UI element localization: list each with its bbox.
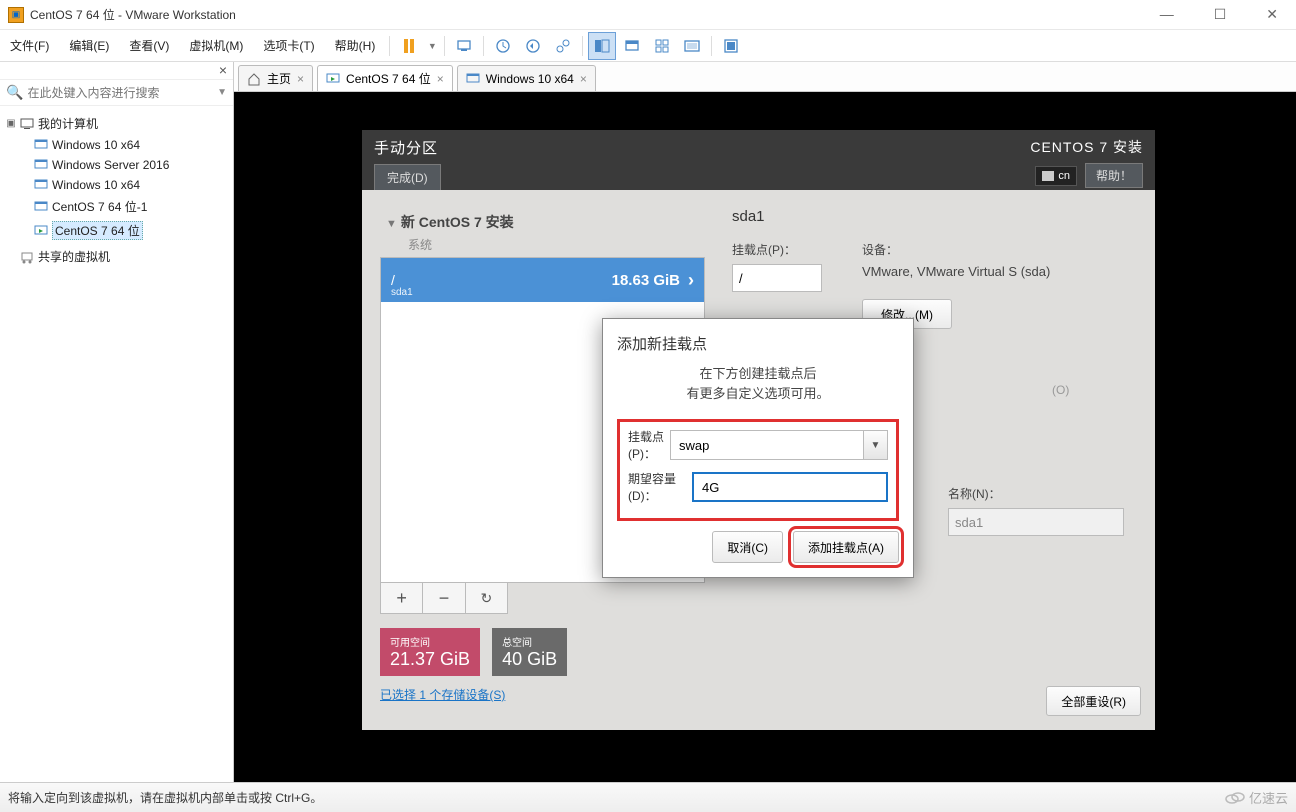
tree-shared-vms[interactable]: 共享的虚拟机: [4, 245, 229, 268]
vm-icon: [34, 178, 48, 192]
total-space-box: 总空间 40 GiB: [492, 628, 567, 676]
add-partition-button[interactable]: +: [381, 583, 423, 613]
statusbar: 将输入定向到该虚拟机，请在虚拟机内部单击或按 Ctrl+G。 亿速云: [0, 782, 1296, 812]
tab-home[interactable]: 主页 ×: [238, 65, 313, 91]
tabbar: 主页 × CentOS 7 64 位 × Windows 10 x64 ×: [234, 62, 1296, 92]
tree-vm-win10-2[interactable]: Windows 10 x64: [4, 175, 229, 195]
vm-icon: [466, 72, 480, 86]
sidebar: × 🔍 ▼ ▣ 我的计算机 Windows 10 x64 Windows Ser…: [0, 62, 234, 782]
dlg-mountpoint-label: 挂载点(P)：: [628, 428, 664, 462]
status-text: 将输入定向到该虚拟机，请在虚拟机内部单击或按 Ctrl+G。: [8, 789, 322, 806]
search-icon: 🔍: [6, 84, 23, 101]
revert-snapshot-button[interactable]: [519, 32, 547, 60]
remove-partition-button[interactable]: −: [423, 583, 465, 613]
close-button[interactable]: ✕: [1256, 2, 1288, 27]
menu-vm[interactable]: 虚拟机(M): [179, 31, 253, 60]
tab-win10[interactable]: Windows 10 x64 ×: [457, 65, 596, 91]
name-label: 名称(N)：: [948, 485, 1124, 502]
dialog-message: 在下方创建挂载点后 有更多自定义选项可用。: [617, 364, 899, 403]
dlg-capacity-input[interactable]: [692, 472, 888, 502]
minimize-button[interactable]: ―: [1150, 2, 1184, 27]
system-label: 系统: [380, 234, 705, 257]
dialog-title: 添加新挂载点: [617, 333, 899, 354]
maximize-button[interactable]: ☐: [1204, 2, 1237, 27]
tree-vm-centos-1[interactable]: CentOS 7 64 位-1: [4, 195, 229, 218]
mountpoint-input[interactable]: [732, 264, 822, 292]
help-button[interactable]: 帮助！: [1085, 163, 1143, 188]
tab-close[interactable]: ×: [580, 72, 587, 86]
keyboard-icon: [1042, 171, 1054, 181]
vm-icon: [34, 138, 48, 152]
add-mountpoint-dialog: 添加新挂载点 在下方创建挂载点后 有更多自定义选项可用。 挂载点(P)： ▼: [602, 318, 914, 578]
menu-file[interactable]: 文件(F): [0, 31, 59, 60]
tab-close[interactable]: ×: [437, 72, 444, 86]
tree-vm-win10-1[interactable]: Windows 10 x64: [4, 135, 229, 155]
send-ctrl-alt-del-button[interactable]: [450, 32, 478, 60]
available-space-box: 可用空间 21.37 GiB: [380, 628, 480, 676]
reset-all-button[interactable]: 全部重设(R): [1046, 686, 1141, 716]
tree-vm-winserver[interactable]: Windows Server 2016: [4, 155, 229, 175]
vm-console[interactable]: 手动分区 完成(D) CENTOS 7 安装 cn 帮助！ ▼新 Cen: [234, 92, 1296, 782]
vm-icon: [34, 200, 48, 214]
computer-icon: [20, 117, 34, 131]
storage-devices-link[interactable]: 已选择 1 个存储设备(S): [380, 686, 505, 703]
partition-buttons: + − ↻: [380, 583, 508, 614]
device-value: VMware, VMware Virtual S (sda): [862, 264, 1050, 279]
library-button[interactable]: [717, 32, 745, 60]
dlg-mountpoint-input[interactable]: [671, 431, 863, 459]
tab-centos[interactable]: CentOS 7 64 位 ×: [317, 65, 453, 91]
tree-vm-centos-active[interactable]: CentOS 7 64 位: [4, 218, 229, 243]
dlg-mountpoint-combo[interactable]: ▼: [670, 430, 888, 460]
search-input[interactable]: [27, 86, 213, 100]
installer-title: 手动分区: [374, 137, 441, 158]
view-fullscreen-button[interactable]: [618, 32, 646, 60]
obscured-o: (O): [1052, 383, 1069, 397]
keyboard-indicator[interactable]: cn: [1035, 166, 1077, 186]
snapshot-button[interactable]: [489, 32, 517, 60]
installer-body: ▼新 CentOS 7 安装 系统 / sda1 18.63 GiB › +: [362, 190, 1155, 730]
sidebar-close-button[interactable]: ×: [0, 62, 233, 80]
guest-screen: 手动分区 完成(D) CENTOS 7 安装 cn 帮助！ ▼新 Cen: [362, 130, 1155, 730]
menu-tabs[interactable]: 选项卡(T): [253, 31, 324, 60]
tree-root-my-computer[interactable]: ▣ 我的计算机: [4, 112, 229, 135]
view-exclusive-button[interactable]: [678, 32, 706, 60]
mountpoint-label: 挂载点(P)：: [732, 241, 822, 258]
name-input: [948, 508, 1124, 536]
vm-icon: [34, 158, 48, 172]
view-console-button[interactable]: [588, 32, 616, 60]
menu-edit[interactable]: 编辑(E): [59, 31, 119, 60]
highlighted-inputs: 挂载点(P)： ▼ 期望容量(D)：: [617, 419, 899, 521]
shared-icon: [20, 250, 34, 264]
installer-header: 手动分区 完成(D) CENTOS 7 安装 cn 帮助！: [362, 130, 1155, 190]
dialog-add-mountpoint-button[interactable]: 添加挂载点(A): [793, 531, 899, 563]
titlebar: ▣ CentOS 7 64 位 - VMware Workstation ― ☐…: [0, 0, 1296, 30]
tab-close[interactable]: ×: [297, 72, 304, 86]
view-unity-button[interactable]: [648, 32, 676, 60]
menu-view[interactable]: 查看(V): [119, 31, 179, 60]
pause-button[interactable]: [395, 32, 423, 60]
chevron-down-icon[interactable]: ▼: [863, 431, 887, 459]
installer-product: CENTOS 7 安装: [1030, 137, 1143, 157]
reload-partition-button[interactable]: ↻: [466, 583, 507, 613]
app-icon: ▣: [8, 7, 24, 23]
chevron-right-icon: ›: [688, 270, 694, 291]
snapshot-manager-button[interactable]: [549, 32, 577, 60]
device-label: 设备：: [862, 241, 1050, 258]
done-button[interactable]: 完成(D): [374, 164, 441, 191]
vm-running-icon: [34, 224, 48, 238]
library-tree: ▣ 我的计算机 Windows 10 x64 Windows Server 20…: [0, 106, 233, 274]
watermark: 亿速云: [1225, 788, 1288, 807]
install-group-title[interactable]: ▼新 CentOS 7 安装: [380, 210, 705, 234]
search-dropdown[interactable]: ▼: [217, 87, 227, 98]
selected-device-title: sda1: [732, 208, 1141, 225]
menu-help[interactable]: 帮助(H): [325, 31, 386, 60]
vm-running-icon: [326, 72, 340, 86]
pause-dropdown[interactable]: ▼: [425, 32, 439, 60]
partition-row-root[interactable]: / sda1 18.63 GiB ›: [381, 258, 704, 302]
dialog-cancel-button[interactable]: 取消(C): [712, 531, 783, 563]
dlg-capacity-label: 期望容量(D)：: [628, 470, 686, 504]
menubar: 文件(F) 编辑(E) 查看(V) 虚拟机(M) 选项卡(T) 帮助(H) ▼: [0, 30, 1296, 62]
home-icon: [247, 72, 261, 86]
window-title: CentOS 7 64 位 - VMware Workstation: [30, 6, 236, 23]
